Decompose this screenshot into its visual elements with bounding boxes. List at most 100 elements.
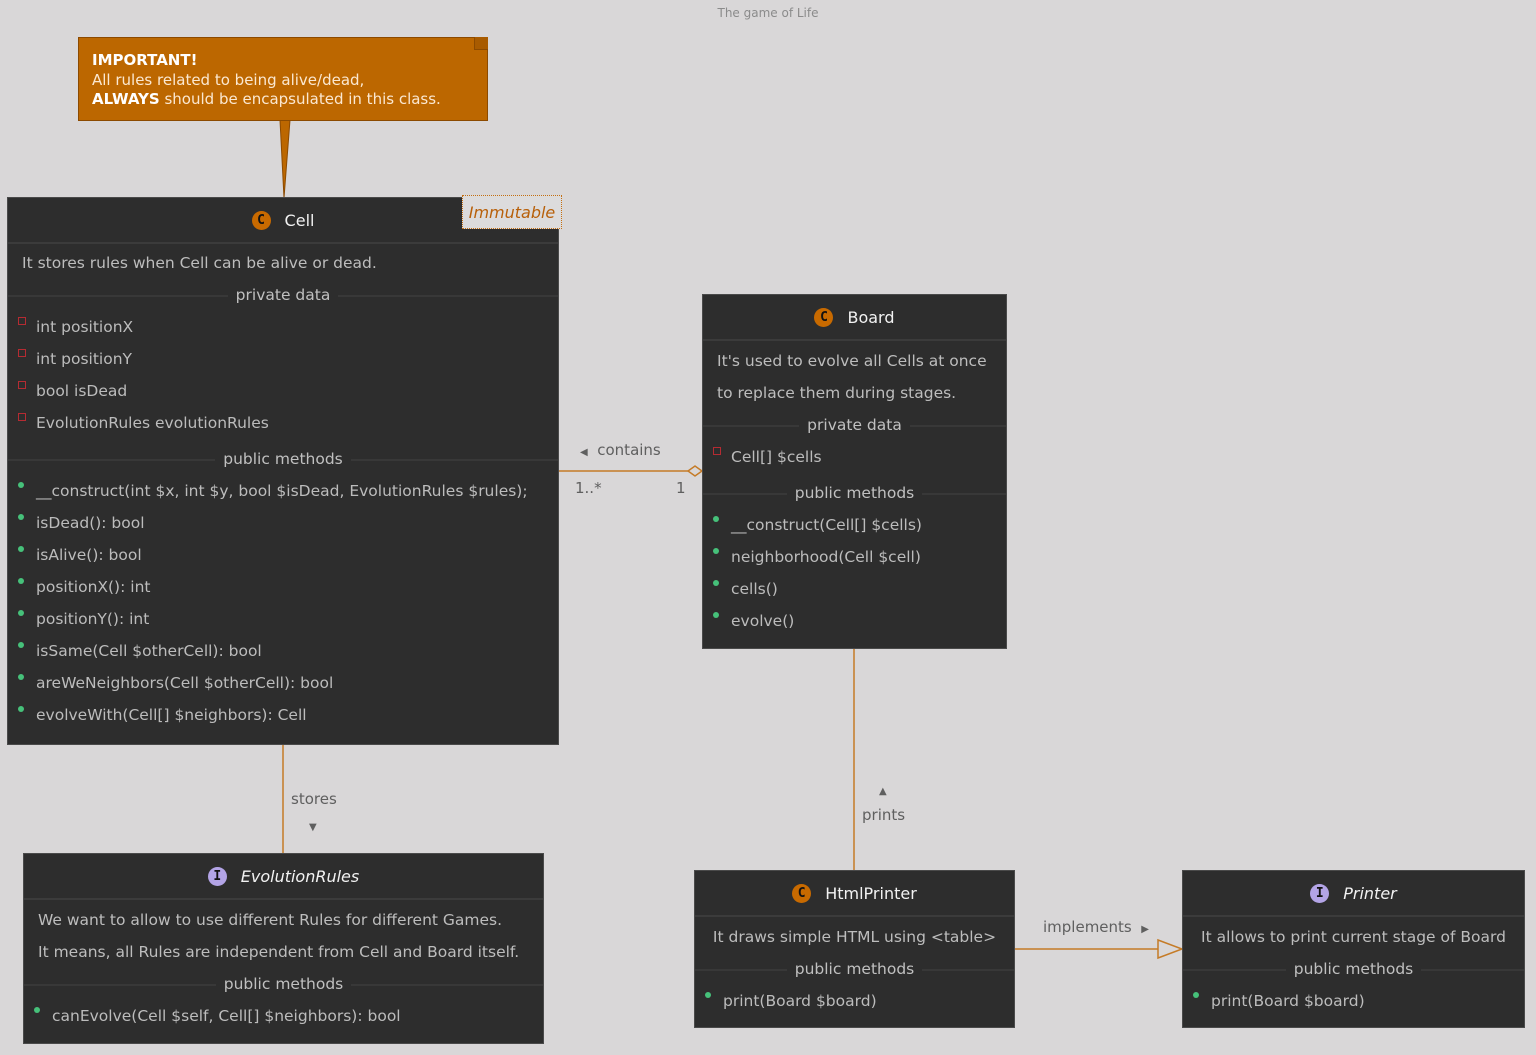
class-html-printer[interactable]: C HtmlPrinter It draws simple HTML using… xyxy=(694,870,1015,1028)
section-label: private data xyxy=(227,286,339,304)
private-field: EvolutionRules evolutionRules xyxy=(8,407,558,439)
class-header: C Board xyxy=(703,295,1006,341)
method-text: evolveWith(Cell[] $neighbors): Cell xyxy=(36,706,307,724)
private-marker-icon xyxy=(18,381,26,389)
public-marker-icon xyxy=(18,482,24,488)
public-method: neighborhood(Cell $cell) xyxy=(703,541,1006,573)
public-marker-icon xyxy=(713,580,719,586)
prints-label: prints xyxy=(862,806,906,824)
class-header: I Printer xyxy=(1183,871,1524,917)
method-text: isDead(): bool xyxy=(36,514,145,532)
class-name: Cell xyxy=(284,210,315,230)
up-arrow-icon: ▲ xyxy=(879,786,887,797)
method-text: evolve() xyxy=(731,612,795,630)
class-description: We want to allow to use different Rules … xyxy=(38,911,503,929)
multiplicity-cell: 1..* xyxy=(575,479,602,497)
class-name: EvolutionRules xyxy=(240,866,360,886)
public-marker-icon xyxy=(18,514,24,520)
field-text: int positionY xyxy=(36,350,132,368)
interface-evolution-rules[interactable]: I EvolutionRules We want to allow to use… xyxy=(23,853,544,1044)
multiplicity-board: 1 xyxy=(676,479,686,497)
section-separator: public methods xyxy=(24,968,543,1000)
note-pointer xyxy=(279,119,291,199)
left-arrow-icon: ◀ xyxy=(580,447,588,458)
section-separator: private data xyxy=(8,279,558,311)
section-label: public methods xyxy=(786,484,923,502)
note-line: should be encapsulated in this class. xyxy=(159,90,441,108)
method-text: isAlive(): bool xyxy=(36,546,142,564)
private-field: Cell[] $cells xyxy=(703,441,1006,473)
public-marker-icon xyxy=(713,612,719,618)
class-description: It draws simple HTML using <table> xyxy=(712,928,997,946)
private-field: bool isDead xyxy=(8,375,558,407)
public-method: isDead(): bool xyxy=(8,507,558,539)
section-label: public methods xyxy=(786,960,923,978)
private-marker-icon xyxy=(18,413,26,421)
method-text: print(Board $board) xyxy=(723,992,877,1010)
public-marker-icon xyxy=(18,674,24,680)
class-description: It means, all Rules are independent from… xyxy=(38,943,520,961)
section-separator: public methods xyxy=(1183,953,1524,985)
class-header: C HtmlPrinter xyxy=(695,871,1014,917)
public-method: isAlive(): bool xyxy=(8,539,558,571)
method-text: isSame(Cell $otherCell): bool xyxy=(36,642,262,660)
method-text: __construct(Cell[] $cells) xyxy=(731,516,922,534)
public-marker-icon xyxy=(713,516,719,522)
section-separator: public methods xyxy=(703,477,1006,509)
public-marker-icon xyxy=(1193,992,1199,998)
note-line: All rules related to being alive/dead, xyxy=(92,70,365,89)
field-text: int positionX xyxy=(36,318,134,336)
method-text: positionY(): int xyxy=(36,610,150,628)
public-method: cells() xyxy=(703,573,1006,605)
class-name: Printer xyxy=(1343,883,1397,903)
section-separator: private data xyxy=(703,409,1006,441)
interface-printer[interactable]: I Printer It allows to print current sta… xyxy=(1182,870,1525,1028)
field-text: Cell[] $cells xyxy=(731,448,822,466)
private-marker-icon xyxy=(18,317,26,325)
section-label: public methods xyxy=(215,450,351,468)
public-method: print(Board $board) xyxy=(1183,985,1524,1017)
public-marker-icon xyxy=(705,992,711,998)
public-marker-icon xyxy=(713,548,719,554)
method-text: areWeNeighbors(Cell $otherCell): bool xyxy=(36,674,334,692)
section-label: public methods xyxy=(1285,960,1422,978)
implements-label: implements ▶ xyxy=(1043,918,1149,936)
method-text: positionX(): int xyxy=(36,578,151,596)
section-label: private data xyxy=(799,416,910,434)
class-board[interactable]: C Board It's used to evolve all Cells at… xyxy=(702,294,1007,649)
class-header: I EvolutionRules xyxy=(24,854,543,900)
method-text: neighborhood(Cell $cell) xyxy=(731,548,921,566)
field-text: EvolutionRules evolutionRules xyxy=(36,414,269,432)
public-method: areWeNeighbors(Cell $otherCell): bool xyxy=(8,667,558,699)
down-arrow-icon: ▼ xyxy=(309,822,317,833)
immutable-stereotype-tag: Immutable xyxy=(462,195,562,229)
method-text: canEvolve(Cell $self, Cell[] $neighbors)… xyxy=(52,1007,401,1025)
note-emphasis: ALWAYS xyxy=(92,90,160,108)
aggregation-diamond-icon xyxy=(686,465,704,477)
interface-icon: I xyxy=(207,866,227,886)
class-icon: C xyxy=(814,307,834,327)
important-note: IMPORTANT! All rules related to being al… xyxy=(78,37,488,121)
method-text: cells() xyxy=(731,580,778,598)
stores-label: stores xyxy=(291,790,337,808)
note-fold-corner xyxy=(474,37,488,50)
relation-text: contains xyxy=(597,441,661,459)
public-method: __construct(int $x, int $y, bool $isDead… xyxy=(8,475,558,507)
private-marker-icon xyxy=(18,349,26,357)
public-marker-icon xyxy=(18,546,24,552)
realization-arrowhead-icon xyxy=(1157,938,1185,960)
public-marker-icon xyxy=(18,706,24,712)
public-method: __construct(Cell[] $cells) xyxy=(703,509,1006,541)
class-cell[interactable]: C Cell It stores rules when Cell can be … xyxy=(7,197,559,745)
right-arrow-icon: ▶ xyxy=(1141,924,1149,935)
contains-label: ◀ contains xyxy=(580,441,661,459)
relation-text: implements xyxy=(1043,918,1132,936)
interface-icon: I xyxy=(1310,883,1330,903)
public-method: isSame(Cell $otherCell): bool xyxy=(8,635,558,667)
note-heading: IMPORTANT! xyxy=(92,51,198,69)
public-method: print(Board $board) xyxy=(695,985,1014,1017)
section-separator: public methods xyxy=(8,443,558,475)
public-marker-icon xyxy=(18,642,24,648)
public-marker-icon xyxy=(18,578,24,584)
public-method: evolveWith(Cell[] $neighbors): Cell xyxy=(8,699,558,731)
